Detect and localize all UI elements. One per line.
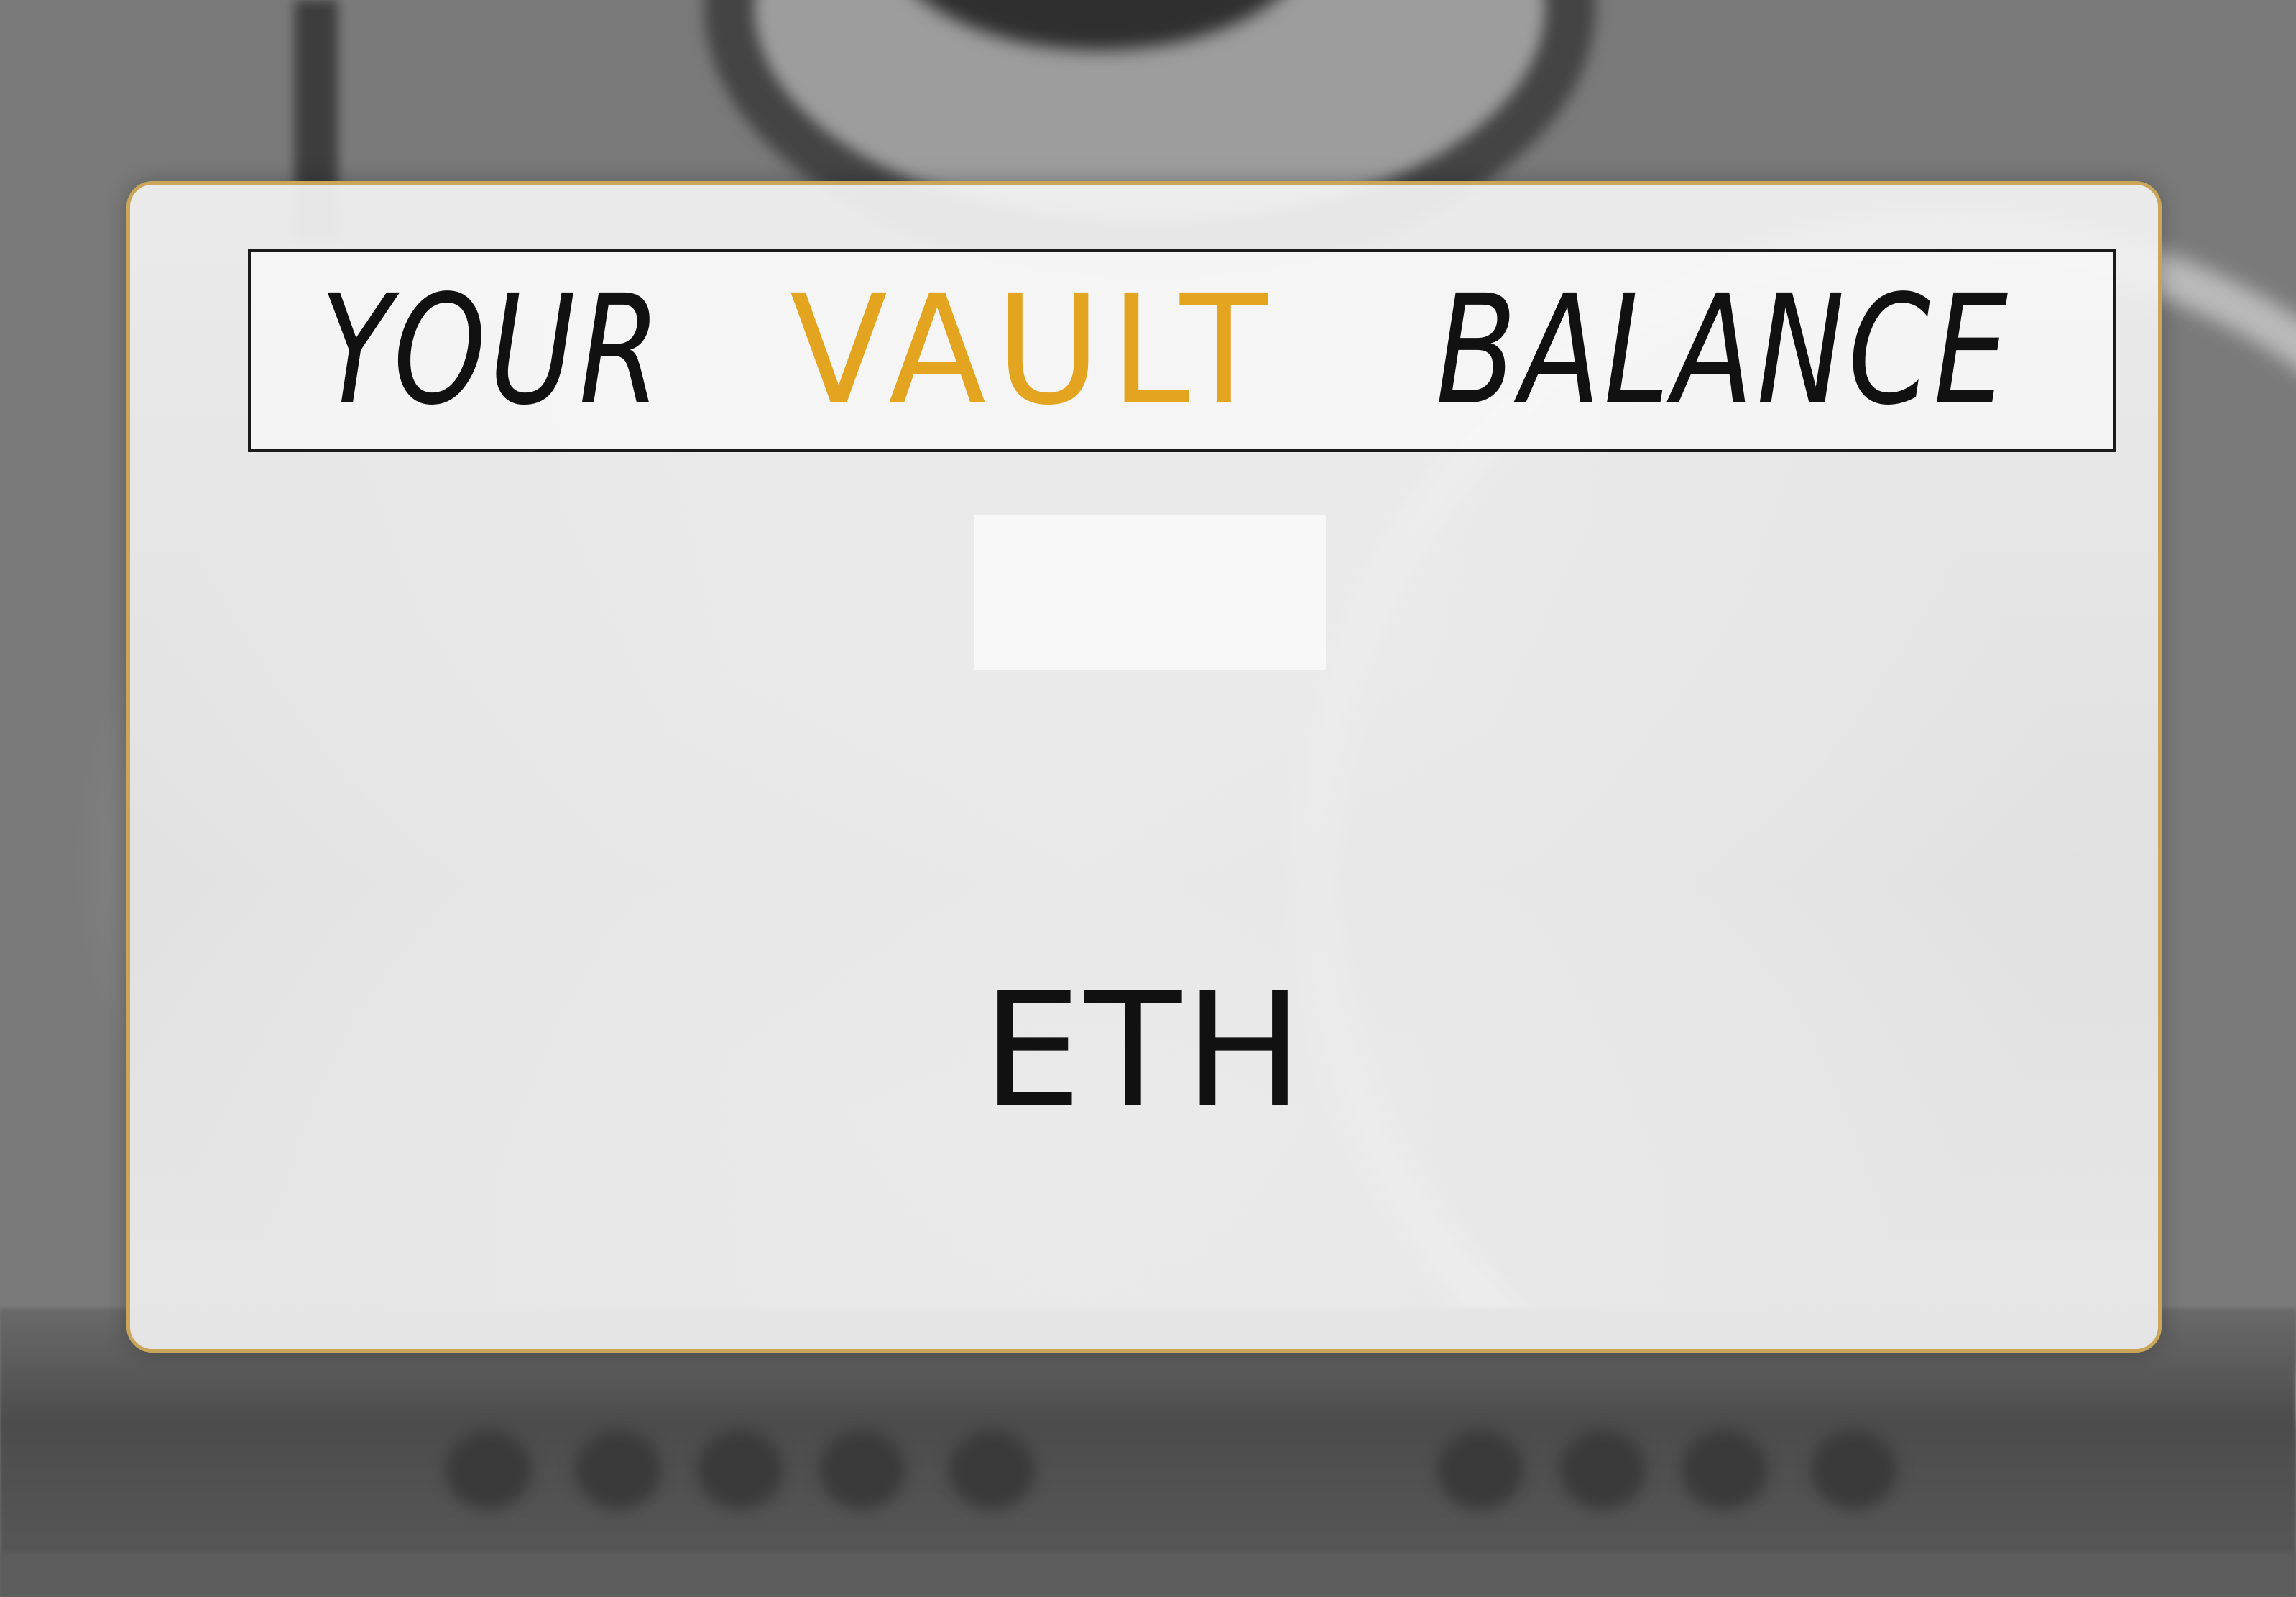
vault-bolt (446, 1430, 532, 1509)
vault-balance-card: YOUR VAULT BALANCE ETH (126, 181, 2162, 1353)
vault-bolt (575, 1430, 661, 1509)
title-word-vault: VAULT (790, 262, 1278, 438)
title-word-your: YOUR (320, 262, 664, 438)
vault-bottom-edge (0, 1552, 2296, 1597)
currency-label: ETH (982, 959, 1306, 1143)
vault-bolt (1682, 1430, 1768, 1509)
vault-bolt (697, 1430, 783, 1509)
vault-bolt (1559, 1430, 1646, 1509)
vault-bolt (949, 1430, 1035, 1509)
vault-bolt (819, 1430, 905, 1509)
vault-bolt (1437, 1430, 1523, 1509)
title-word-balance: BALANCE (1436, 262, 2012, 438)
page-title: YOUR VAULT BALANCE (248, 249, 2116, 452)
balance-amount (974, 515, 1326, 670)
vault-bolt (1811, 1430, 1897, 1509)
